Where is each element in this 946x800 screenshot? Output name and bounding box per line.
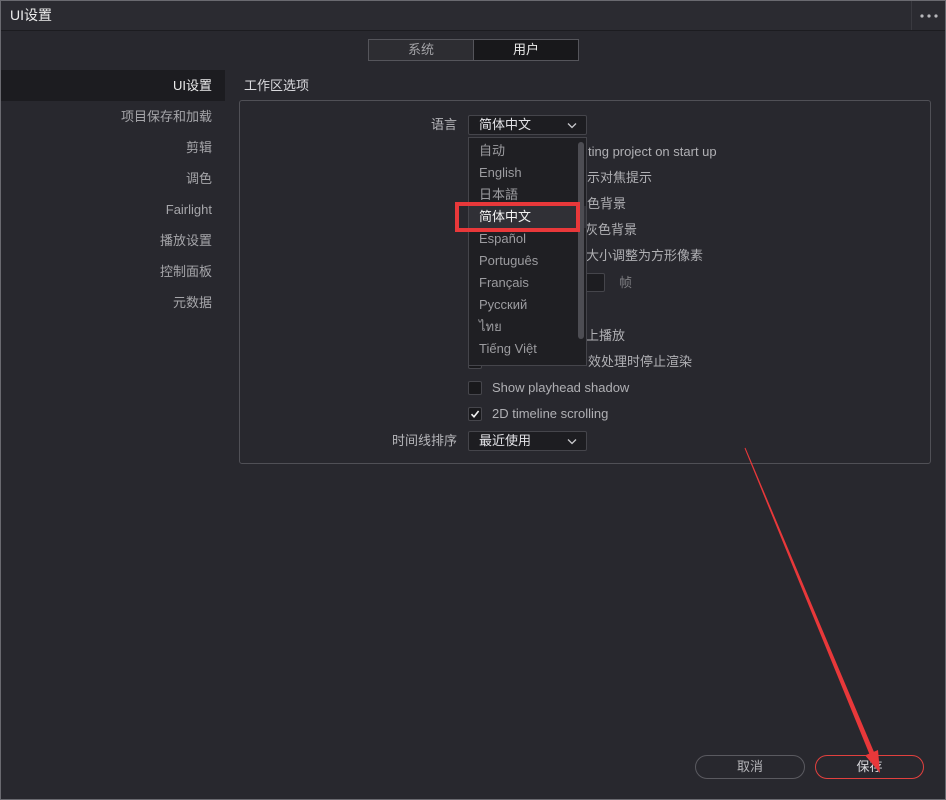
sidebar-item-ui-settings[interactable]: UI设置 — [1, 70, 225, 101]
section-title: 工作区选项 — [244, 78, 310, 93]
show-playhead-shadow-checkbox[interactable] — [468, 381, 482, 395]
sidebar-item-control-panels[interactable]: 控制面板 — [1, 256, 225, 287]
language-dropdown-list: 自动 English 日本語 简体中文 Español Português Fr… — [468, 137, 587, 366]
language-option-french[interactable]: Français — [469, 272, 586, 294]
language-option-auto[interactable]: 自动 — [469, 140, 586, 162]
language-option-vietnamese[interactable]: Tiếng Việt — [469, 338, 586, 360]
checkmark-icon — [470, 410, 480, 419]
option-row-text: 色背景 — [587, 196, 627, 211]
option-row-text: 灰色背景 — [585, 222, 638, 237]
language-option-spanish[interactable]: Español — [469, 228, 586, 250]
tab-system[interactable]: 系统 — [369, 40, 473, 60]
language-label: 语言 — [430, 117, 457, 132]
sidebar-item-fairlight[interactable]: Fairlight — [1, 194, 225, 225]
sidebar-item-metadata[interactable]: 元数据 — [1, 287, 225, 318]
language-option-simplified-chinese[interactable]: 简体中文 — [469, 206, 586, 228]
language-select-value: 简体中文 — [479, 117, 532, 132]
language-option-portuguese[interactable]: Português — [469, 250, 586, 272]
workspace-options-panel: 语言 简体中文 自动 English 日本語 简体中文 Español Port… — [239, 100, 931, 464]
sidebar-item-playback-settings[interactable]: 播放设置 — [1, 225, 225, 256]
save-button[interactable]: 保存 — [815, 755, 924, 779]
timeline-sort-select[interactable]: 最近使用 — [468, 431, 587, 451]
language-option-japanese[interactable]: 日本語 — [469, 184, 586, 206]
more-horizontal-icon — [920, 14, 938, 18]
dropdown-scrollbar[interactable] — [578, 142, 584, 339]
sidebar-item-editing[interactable]: 剪辑 — [1, 132, 225, 163]
language-option-russian[interactable]: Русский — [469, 294, 586, 316]
preference-tabs: 系统 用户 — [368, 39, 579, 61]
sidebar: UI设置 项目保存和加载 剪辑 调色 Fairlight 播放设置 控制面板 元… — [1, 70, 225, 318]
frame-unit-label: 帧 — [619, 275, 633, 290]
timeline-scrolling-checkbox[interactable] — [468, 407, 482, 421]
chevron-down-icon — [567, 439, 577, 445]
option-row-text: ting project on start up — [588, 144, 717, 159]
cancel-button[interactable]: 取消 — [695, 755, 805, 779]
option-row-text: 示对焦提示 — [587, 170, 653, 185]
language-select[interactable]: 简体中文 — [468, 115, 587, 135]
option-row-text: 大小调整为方形像素 — [586, 248, 704, 263]
tab-user[interactable]: 用户 — [473, 40, 578, 60]
timeline-scrolling-label: 2D timeline scrolling — [492, 406, 609, 421]
sidebar-item-project-save-load[interactable]: 项目保存和加载 — [1, 101, 225, 132]
chevron-down-icon — [567, 123, 577, 129]
timeline-sort-value: 最近使用 — [479, 433, 532, 448]
language-option-thai[interactable]: ไทย — [469, 316, 586, 338]
more-options-button[interactable] — [911, 1, 945, 30]
title-bar: UI设置 — [1, 1, 945, 31]
language-option-english[interactable]: English — [469, 162, 586, 184]
timeline-sort-label: 时间线排序 — [391, 433, 457, 448]
option-row-text: 效处理时停止渲染 — [588, 354, 693, 369]
window-title: UI设置 — [10, 7, 52, 23]
sidebar-item-color[interactable]: 调色 — [1, 163, 225, 194]
show-playhead-shadow-label: Show playhead shadow — [492, 380, 630, 395]
preferences-window: UI设置 系统 用户 UI设置 项目保存和加载 剪辑 调色 Fairlight … — [0, 0, 946, 800]
option-row-text: 上播放 — [586, 328, 626, 343]
